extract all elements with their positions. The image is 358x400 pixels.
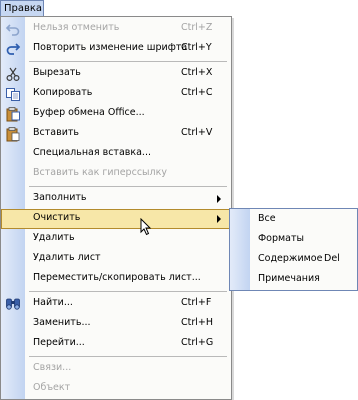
menu-item-fill[interactable]: Заполнить	[1, 189, 231, 209]
mouse-cursor-icon	[140, 218, 152, 236]
menu-item-label: Буфер обмена Office...	[33, 107, 145, 118]
separator	[29, 186, 227, 187]
screen: Правка Нельзя отменить Ctrl+Z Повторить …	[0, 0, 358, 400]
menu-title-edit[interactable]: Правка	[0, 0, 44, 17]
menu-item-label: Заполнить	[33, 192, 87, 203]
menu-item-label: Связи...	[33, 362, 72, 373]
clear-submenu: Все Форматы Содержимое Del Примечания	[229, 208, 358, 291]
menu-item-paste[interactable]: Вставить Ctrl+V	[1, 124, 231, 144]
edit-menu-dropdown: Нельзя отменить Ctrl+Z Повторить изменен…	[0, 16, 232, 400]
redo-icon	[6, 43, 21, 55]
menu-item-shortcut: Ctrl+Y	[181, 42, 212, 53]
binoculars-icon	[6, 298, 20, 310]
menu-item-links[interactable]: Связи...	[1, 359, 231, 379]
menu-item-shortcut: Ctrl+Z	[181, 22, 213, 33]
scissors-icon	[6, 67, 20, 82]
menu-item-move-copy-sheet[interactable]: Переместить/скопировать лист...	[1, 269, 231, 289]
menu-item-clear[interactable]: Очистить	[1, 209, 231, 229]
menu-title-label: Правка	[4, 3, 43, 14]
menu-item-find[interactable]: Найти... Ctrl+F	[1, 294, 231, 314]
menu-item-label: Вставить	[33, 127, 80, 138]
menu-item-shortcut: Ctrl+C	[181, 87, 213, 98]
menu-item-label: Очистить	[33, 212, 81, 223]
submenu-item-label: Форматы	[258, 233, 305, 244]
menu-item-paste-special[interactable]: Специальная вставка...	[1, 144, 231, 164]
menu-item-label: Удалить	[33, 232, 75, 243]
submenu-arrow-icon	[217, 195, 221, 203]
menu-item-label: Нельзя отменить	[33, 22, 120, 33]
submenu-item-all[interactable]: Все	[230, 210, 357, 230]
menu-item-replace[interactable]: Заменить... Ctrl+H	[1, 314, 231, 334]
menu-item-label: Специальная вставка...	[33, 147, 151, 158]
submenu-item-comments[interactable]: Примечания	[230, 270, 357, 290]
menu-item-label: Найти...	[33, 297, 73, 308]
menu-item-shortcut: Ctrl+V	[181, 127, 213, 138]
paste-icon	[6, 127, 20, 142]
menu-item-label: Повторить изменение шрифта	[33, 42, 188, 53]
menu-bar	[44, 0, 358, 17]
submenu-item-label: Все	[258, 213, 276, 224]
menu-item-label: Объект	[33, 382, 71, 393]
menu-item-redo[interactable]: Повторить изменение шрифта Ctrl+Y	[1, 39, 231, 59]
menu-item-shortcut: Ctrl+H	[181, 317, 214, 328]
copy-icon	[6, 88, 20, 101]
menu-item-label: Заменить...	[33, 317, 91, 328]
submenu-item-label: Примечания	[258, 273, 320, 284]
menu-item-shortcut: Ctrl+F	[181, 297, 212, 308]
menu-item-label: Вставить как гиперссылку	[33, 167, 167, 178]
menu-item-label: Удалить лист	[33, 252, 101, 263]
separator	[29, 61, 227, 62]
menu-item-delete-sheet[interactable]: Удалить лист	[1, 249, 231, 269]
submenu-item-shortcut: Del	[324, 253, 340, 264]
menu-item-label: Перейти...	[33, 337, 85, 348]
menu-item-cut[interactable]: Вырезать Ctrl+X	[1, 64, 231, 84]
separator	[29, 356, 227, 357]
submenu-item-formats[interactable]: Форматы	[230, 230, 357, 250]
menu-item-shortcut: Ctrl+X	[181, 67, 213, 78]
menu-item-shortcut: Ctrl+G	[181, 337, 214, 348]
menu-item-copy[interactable]: Копировать Ctrl+C	[1, 84, 231, 104]
separator	[29, 291, 227, 292]
menu-item-undo[interactable]: Нельзя отменить Ctrl+Z	[1, 19, 231, 39]
menu-item-delete[interactable]: Удалить	[1, 229, 231, 249]
submenu-arrow-icon	[217, 215, 221, 223]
menu-item-label: Вырезать	[33, 67, 81, 78]
menu-item-label: Переместить/скопировать лист...	[33, 272, 201, 283]
menu-item-label: Копировать	[33, 87, 93, 98]
menu-item-paste-hyperlink[interactable]: Вставить как гиперссылку	[1, 164, 231, 184]
submenu-item-contents[interactable]: Содержимое Del	[230, 250, 357, 270]
menu-item-goto[interactable]: Перейти... Ctrl+G	[1, 334, 231, 354]
submenu-item-label: Содержимое	[258, 253, 323, 264]
menu-item-office-clipboard[interactable]: Буфер обмена Office...	[1, 104, 231, 124]
menu-item-object[interactable]: Объект	[1, 379, 231, 399]
undo-icon	[5, 24, 20, 36]
clipboard-icon	[6, 107, 20, 122]
